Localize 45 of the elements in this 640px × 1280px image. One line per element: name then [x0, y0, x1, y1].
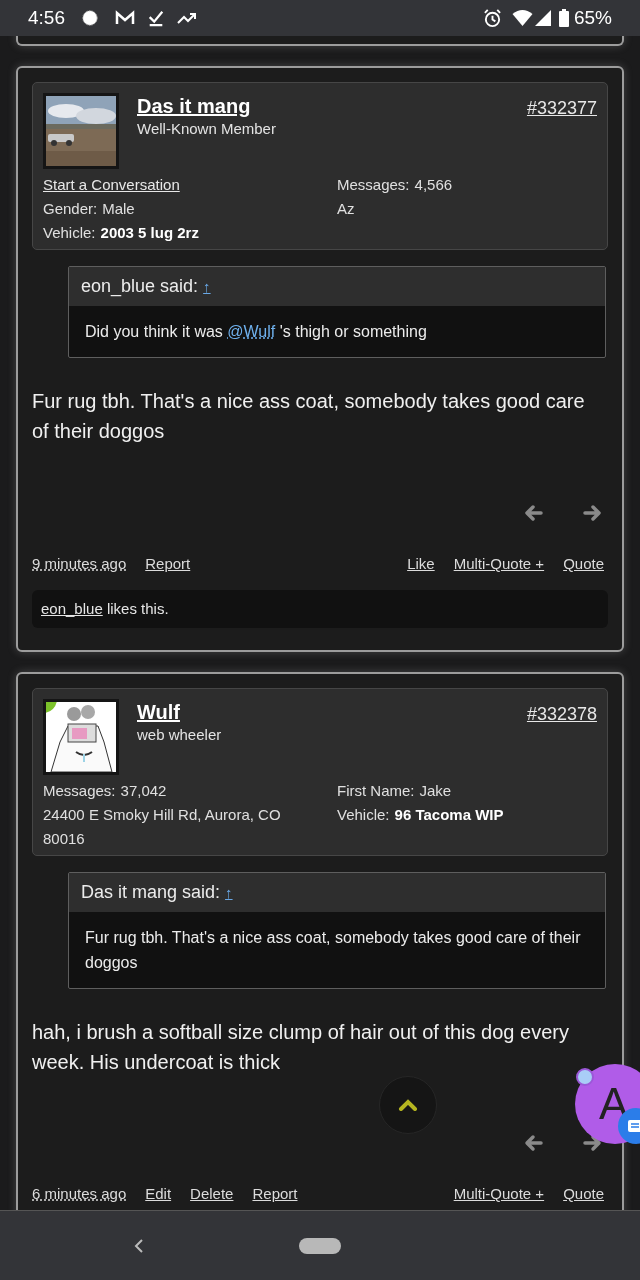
- timestamp-link[interactable]: 6 minutes ago: [32, 1183, 127, 1206]
- field-label: Gender:: [43, 199, 98, 219]
- action-link[interactable]: Multi-Quote +: [453, 553, 545, 576]
- info-text: Az: [337, 199, 355, 219]
- field-value: 4,566: [414, 175, 453, 195]
- action-link[interactable]: Quote: [563, 553, 604, 576]
- action-link[interactable]: Report: [145, 553, 191, 576]
- action-link[interactable]: Edit: [145, 1183, 172, 1206]
- field-value: Male: [102, 199, 135, 219]
- jump-link[interactable]: ↑: [225, 882, 233, 905]
- user-title: web wheeler: [137, 725, 223, 745]
- field-label: First Name:: [337, 781, 415, 801]
- field-label: Vehicle:: [337, 805, 390, 825]
- field-value: 96 Tacoma WIP: [394, 805, 504, 825]
- action-link[interactable]: Delete: [190, 1183, 234, 1206]
- username-link[interactable]: Das it mang: [137, 94, 251, 118]
- field-label: Vehicle:: [43, 223, 96, 243]
- post-number-link[interactable]: #332378: [526, 701, 597, 728]
- field-value: Jake: [419, 781, 452, 801]
- username-link[interactable]: Wulf: [137, 700, 180, 724]
- mention-link[interactable]: @Wulf: [227, 323, 276, 340]
- post-body: Fur rug tbh. That's a nice ass coat, somebody takes good care of their doggos: [32, 389, 586, 444]
- action-link[interactable]: Like: [407, 553, 435, 576]
- user-title: Well-Known Member: [137, 119, 277, 139]
- field-label: Messages:: [337, 175, 410, 195]
- start-conversation-link[interactable]: Start a Conversation: [43, 173, 180, 197]
- likes-summary: eon_blue likes this.: [32, 589, 608, 628]
- action-link[interactable]: Multi-Quote +: [453, 1183, 545, 1206]
- battery-level: 65%: [573, 5, 612, 30]
- action-link[interactable]: Quote: [563, 1183, 604, 1206]
- jump-link[interactable]: ↑: [203, 276, 211, 299]
- quote-author: eon_blue said:: [81, 275, 199, 299]
- post-number-link[interactable]: #332377: [526, 95, 597, 122]
- liker-link[interactable]: eon_blue: [41, 599, 103, 617]
- info-text: 24400 E Smoky Hill Rd, Aurora, CO 80016: [43, 805, 282, 849]
- quote-text: Fur rug tbh. That's a nice ass coat, somebody takes good care of their doggos: [84, 928, 582, 973]
- quote-text: Did you think it was @Wulf 's thigh or something: [84, 322, 428, 342]
- status-time: 4:56: [28, 5, 65, 30]
- field-value: 37,042: [120, 781, 167, 801]
- post-body: hah, i brush a softball size clump of hair out of this dog every week. His undercoat is thick: [32, 1020, 570, 1075]
- field-label: Messages:: [43, 781, 116, 801]
- quote-author: Das it mang said:: [81, 881, 221, 904]
- action-link[interactable]: Report: [252, 1183, 298, 1206]
- timestamp-link[interactable]: 9 minutes ago: [32, 553, 127, 576]
- field-value: 2003 5 lug 2rz: [100, 223, 199, 243]
